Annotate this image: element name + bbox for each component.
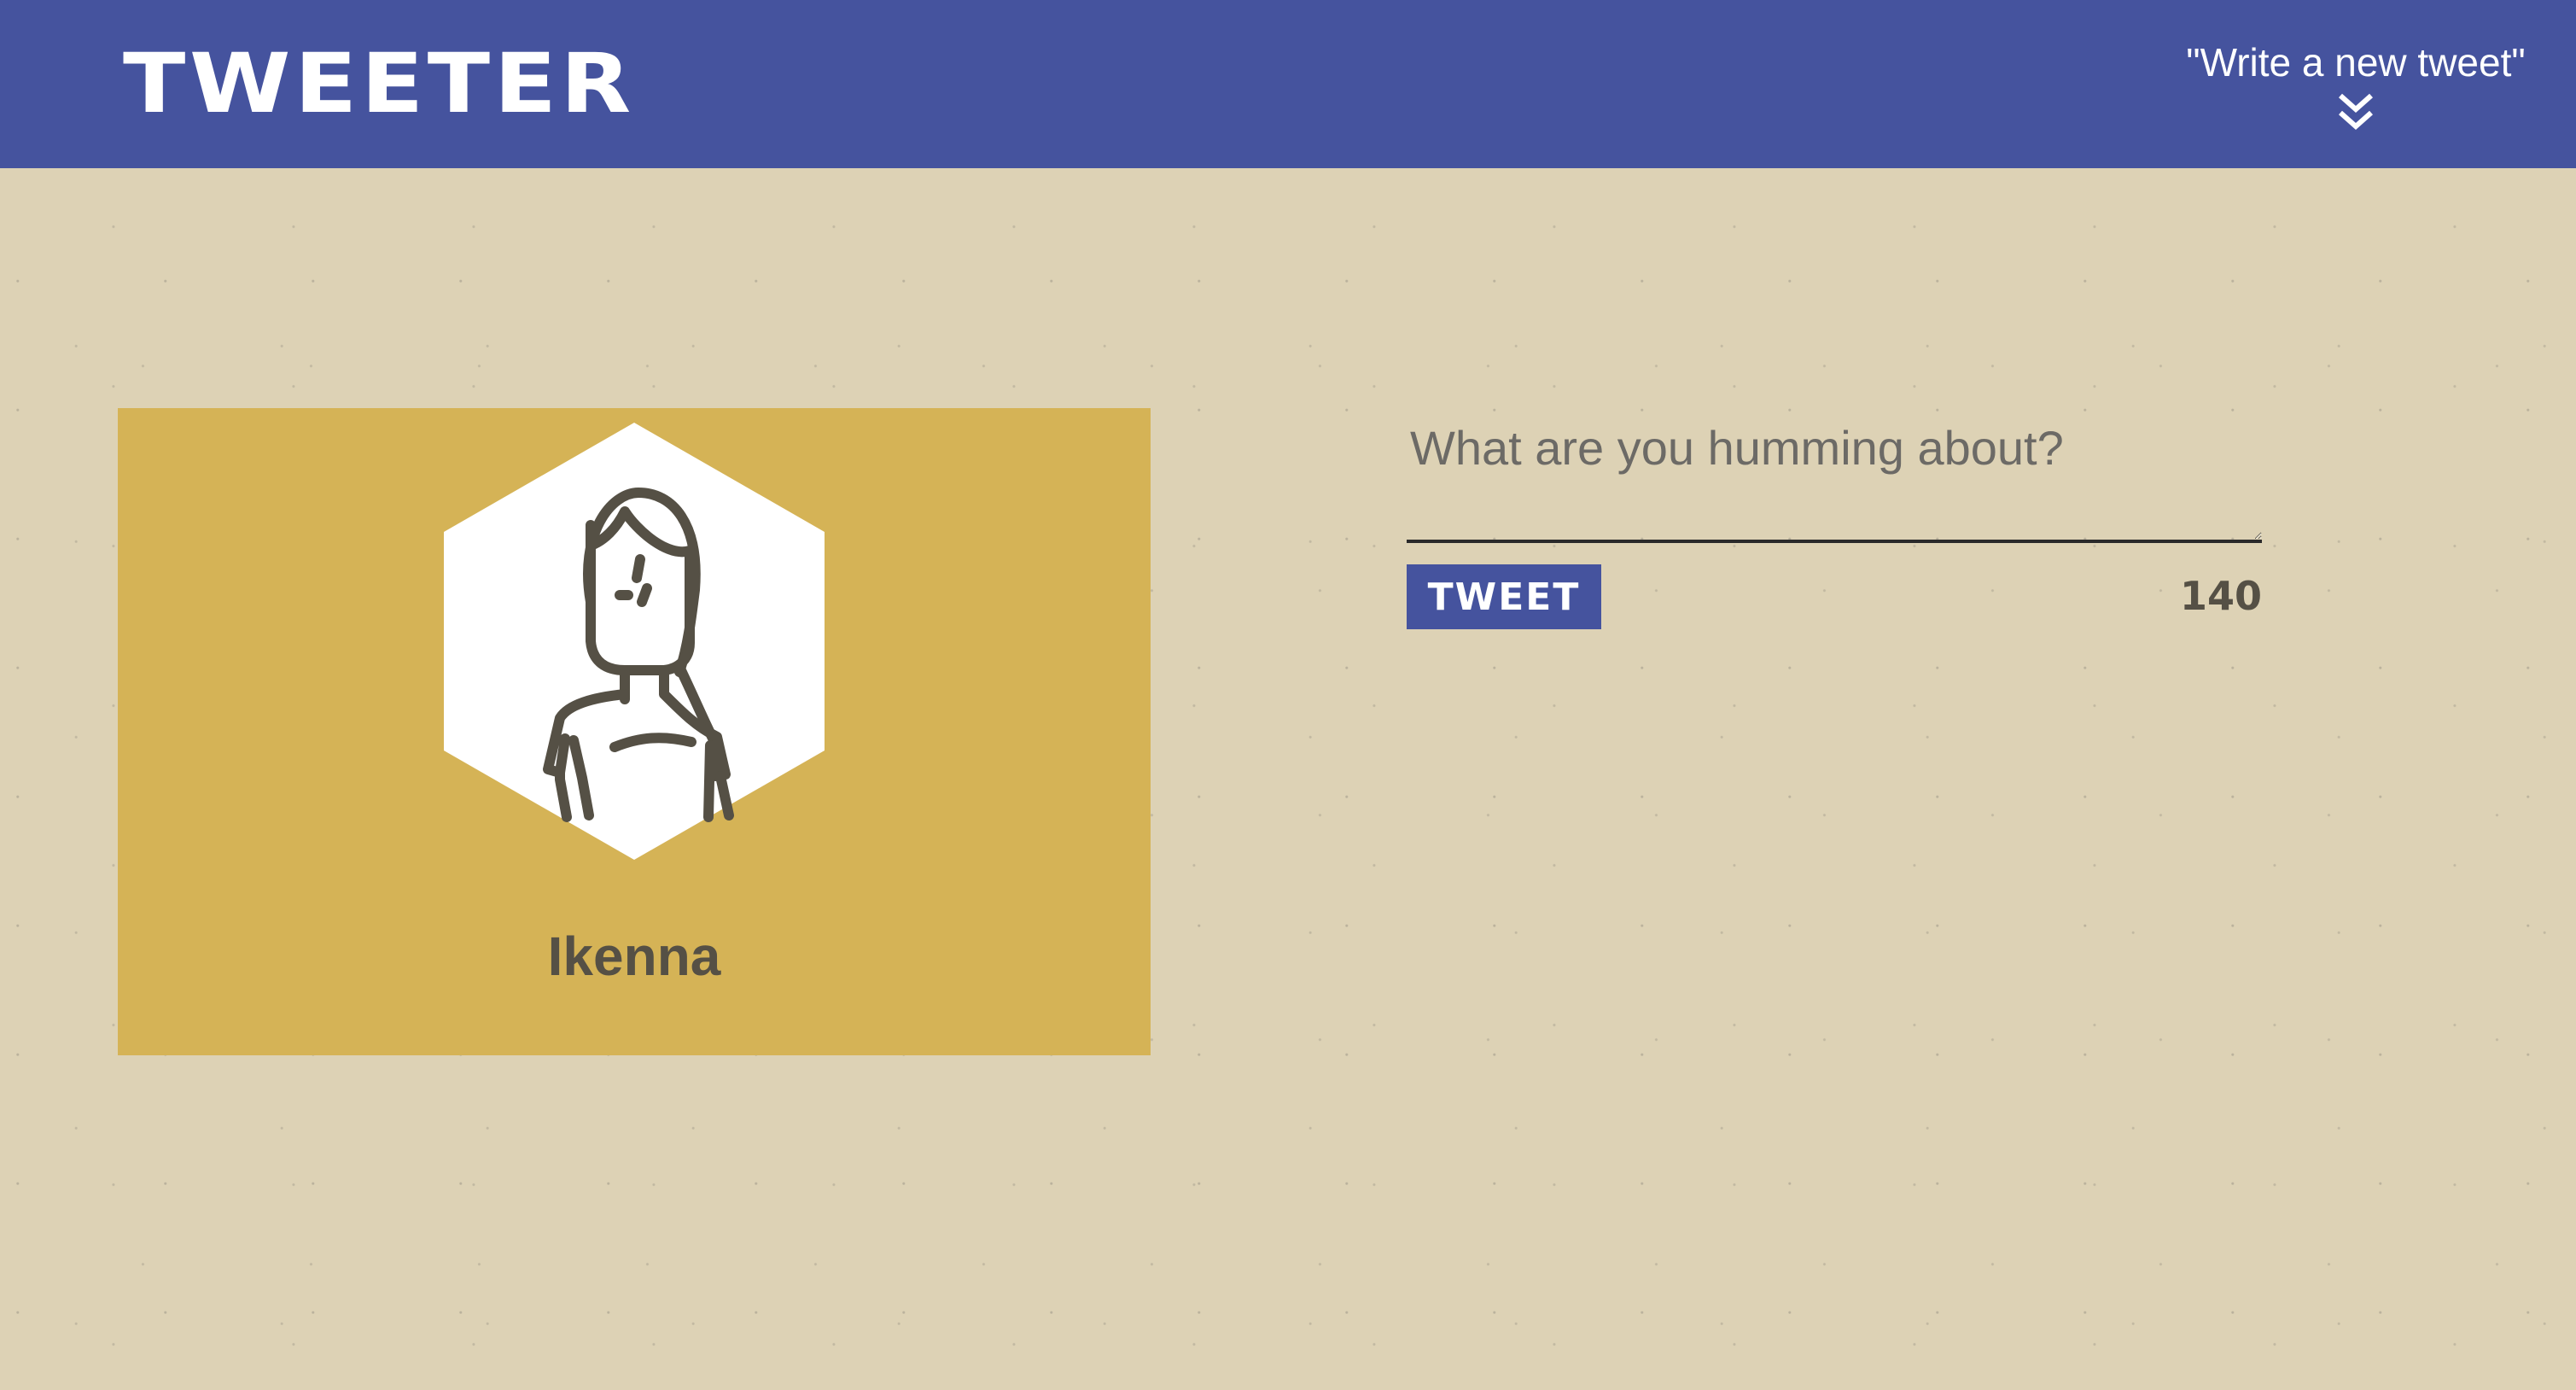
double-chevron-down-icon[interactable] <box>2337 92 2375 131</box>
tweet-text-input[interactable] <box>1407 408 2262 543</box>
tweet-submit-button[interactable]: Tweet <box>1407 564 1601 629</box>
top-nav-bar: Tweeter "Write a new tweet" <box>0 0 2576 168</box>
character-counter: 140 <box>2179 573 2262 619</box>
write-new-tweet-toggle[interactable]: "Write a new tweet" <box>2168 32 2544 135</box>
user-avatar-icon <box>444 423 825 860</box>
app-logo[interactable]: Tweeter <box>123 34 635 133</box>
profile-username: Ikenna <box>547 926 721 987</box>
write-new-tweet-label[interactable]: "Write a new tweet" <box>2168 32 2544 92</box>
new-tweet-form: Tweet 140 <box>1407 408 2262 629</box>
